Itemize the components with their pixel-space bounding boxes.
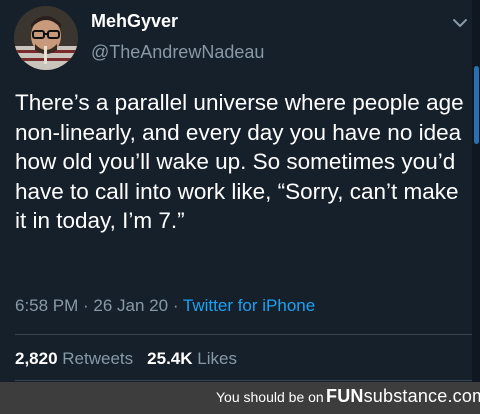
retweets-stat[interactable]: 2,820 Retweets (15, 349, 133, 368)
user-handle[interactable]: @TheAndrewNadeau (91, 42, 264, 63)
watermark-prefix: You should be on (216, 389, 324, 405)
likes-stat[interactable]: 25.4K Likes (147, 349, 237, 368)
meta-separator: · (78, 296, 94, 315)
display-name[interactable]: MehGyver (91, 11, 178, 32)
likes-count: 25.4K (147, 349, 193, 368)
watermark-banner: You should be on FUNsubstance.com (0, 382, 480, 414)
divider (15, 334, 480, 335)
watermark-brand-rest: substance.com (363, 386, 480, 406)
scrollbar-track[interactable] (472, 0, 480, 382)
watermark-brand-bold: FUN (326, 386, 364, 406)
divider (15, 380, 480, 381)
retweets-count: 2,820 (15, 349, 58, 368)
tweet-date[interactable]: 26 Jan 20 (93, 296, 168, 315)
tweet-time[interactable]: 6:58 PM (15, 296, 78, 315)
retweets-label: Retweets (62, 349, 134, 368)
avatar[interactable] (14, 6, 78, 70)
scrollbar-thumb[interactable] (474, 66, 479, 144)
likes-label: Likes (197, 349, 237, 368)
meta-separator: · (168, 296, 183, 315)
watermark-brand: FUNsubstance.com (326, 386, 480, 407)
tweet-source-link[interactable]: Twitter for iPhone (183, 296, 315, 315)
tweet-metadata: 6:58 PM · 26 Jan 20 · Twitter for iPhone (15, 296, 315, 316)
tweet-stats: 2,820 Retweets 25.4K Likes (15, 349, 237, 369)
chevron-down-icon[interactable] (452, 16, 468, 28)
avatar-image (14, 6, 78, 70)
tweet-text: There’s a parallel universe where people… (15, 90, 464, 233)
